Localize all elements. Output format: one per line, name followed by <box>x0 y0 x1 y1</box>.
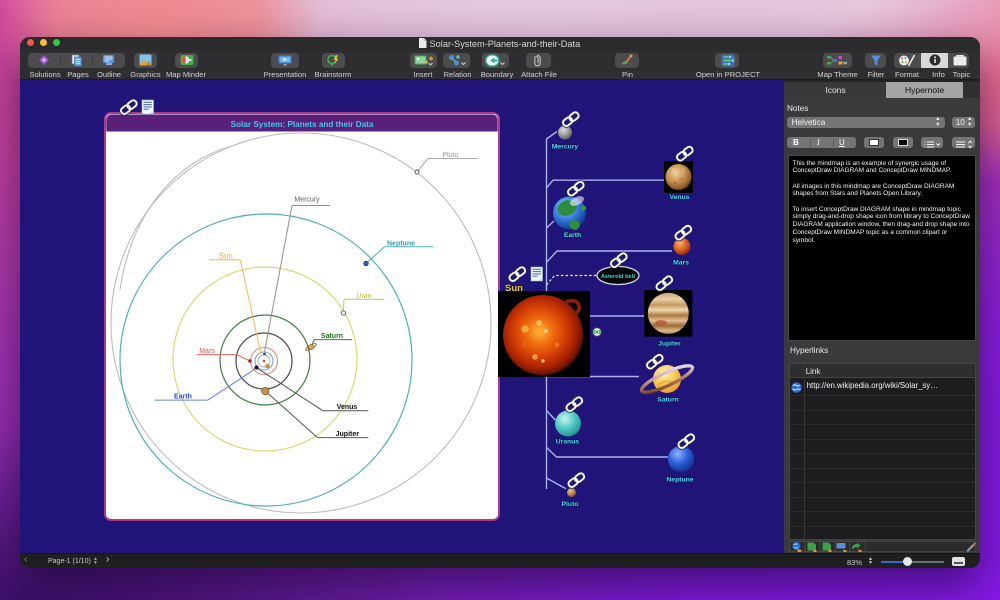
svg-text:Asteroid belt: Asteroid belt <box>601 274 635 280</box>
svg-text:Sun: Sun <box>219 251 233 260</box>
svg-text:Pluto: Pluto <box>443 152 459 159</box>
svg-text:Earth: Earth <box>174 393 192 400</box>
svg-text:Sun: Sun <box>505 283 523 294</box>
svg-text:Earth: Earth <box>564 232 581 239</box>
svg-text:Mars: Mars <box>199 348 215 355</box>
svg-text:Mars: Mars <box>673 260 689 267</box>
svg-text:Jupiter: Jupiter <box>336 431 360 438</box>
svg-text:Pluto: Pluto <box>562 501 579 508</box>
svg-text:Venus: Venus <box>669 194 689 201</box>
svg-text:Neptune: Neptune <box>387 240 415 247</box>
svg-text:Jupiter: Jupiter <box>658 341 681 348</box>
svg-text:Neptune: Neptune <box>666 477 693 484</box>
svg-text:Mercury: Mercury <box>294 197 320 204</box>
svg-text:Mercury: Mercury <box>552 144 579 151</box>
svg-text:Saturn: Saturn <box>657 397 679 404</box>
svg-text:Uran: Uran <box>356 293 371 300</box>
svg-text:Solar System: Planets and thei: Solar System: Planets and their Data <box>231 120 374 129</box>
svg-text:Saturn: Saturn <box>321 333 343 340</box>
svg-text:Uranus: Uranus <box>556 439 580 446</box>
svg-text:Venus: Venus <box>337 404 358 411</box>
